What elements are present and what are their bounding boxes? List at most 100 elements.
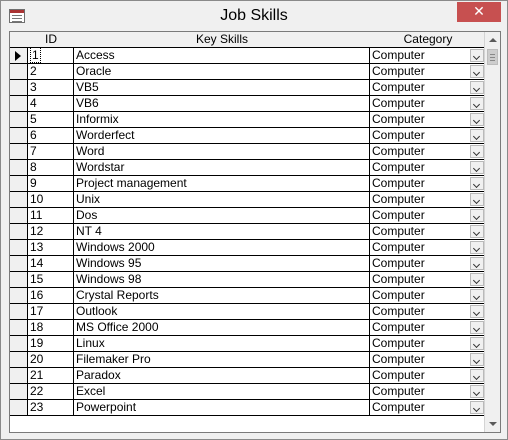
cell-key-skill[interactable]: MS Office 2000	[74, 320, 370, 336]
close-button[interactable]: ✕	[457, 2, 501, 22]
table-row[interactable]: 12 NT 4 Computer	[10, 224, 486, 240]
cell-category-combobox[interactable]: Computer	[370, 384, 486, 400]
record-selector[interactable]	[10, 240, 28, 256]
cell-key-skill[interactable]: Worderfect	[74, 128, 370, 144]
record-selector[interactable]	[10, 256, 28, 272]
cell-category-combobox[interactable]: Computer	[370, 128, 486, 144]
chevron-down-icon[interactable]	[470, 81, 484, 94]
table-row[interactable]: 2 Oracle Computer	[10, 64, 486, 80]
cell-id[interactable]: 10	[28, 192, 74, 208]
chevron-down-icon[interactable]	[470, 385, 484, 398]
chevron-down-icon[interactable]	[470, 193, 484, 206]
cell-id[interactable]: 8	[28, 160, 74, 176]
cell-category-combobox[interactable]: Computer	[370, 256, 486, 272]
record-selector[interactable]	[10, 192, 28, 208]
chevron-down-icon[interactable]	[470, 209, 484, 222]
cell-category-combobox[interactable]: Computer	[370, 320, 486, 336]
cell-key-skill[interactable]: Paradox	[74, 368, 370, 384]
cell-category-combobox[interactable]: Computer	[370, 160, 486, 176]
title-bar[interactable]: Job Skills ✕	[1, 1, 507, 31]
chevron-down-icon[interactable]	[470, 161, 484, 174]
chevron-down-icon[interactable]	[470, 353, 484, 366]
table-row[interactable]: 7 Word Computer	[10, 144, 486, 160]
cell-id[interactable]: 2	[28, 64, 74, 80]
table-row[interactable]: 19 Linux Computer	[10, 336, 486, 352]
cell-id[interactable]: 14	[28, 256, 74, 272]
record-selector[interactable]	[10, 128, 28, 144]
table-row[interactable]: 6 Worderfect Computer	[10, 128, 486, 144]
cell-category-combobox[interactable]: Computer	[370, 208, 486, 224]
cell-key-skill[interactable]: Windows 98	[74, 272, 370, 288]
cell-key-skill[interactable]: Informix	[74, 112, 370, 128]
chevron-down-icon[interactable]	[470, 289, 484, 302]
table-row[interactable]: 4 VB6 Computer	[10, 96, 486, 112]
table-row[interactable]: 22 Excel Computer	[10, 384, 486, 400]
table-row[interactable]: 15 Windows 98 Computer	[10, 272, 486, 288]
record-selector[interactable]	[10, 288, 28, 304]
chevron-down-icon[interactable]	[470, 177, 484, 190]
cell-id[interactable]: 1	[28, 48, 74, 64]
cell-id[interactable]: 22	[28, 384, 74, 400]
table-row[interactable]: 1 Access Computer	[10, 48, 486, 64]
record-selector[interactable]	[10, 160, 28, 176]
table-row[interactable]: 17 Outlook Computer	[10, 304, 486, 320]
column-header-category[interactable]: Category	[370, 32, 486, 48]
cell-key-skill[interactable]: VB6	[74, 96, 370, 112]
chevron-down-icon[interactable]	[470, 49, 484, 62]
cell-id[interactable]: 19	[28, 336, 74, 352]
record-selector[interactable]	[10, 400, 28, 416]
cell-key-skill[interactable]: Windows 95	[74, 256, 370, 272]
cell-category-combobox[interactable]: Computer	[370, 304, 486, 320]
record-selector[interactable]	[10, 96, 28, 112]
cell-category-combobox[interactable]: Computer	[370, 64, 486, 80]
table-row[interactable]: 11 Dos Computer	[10, 208, 486, 224]
record-selector[interactable]	[10, 80, 28, 96]
cell-category-combobox[interactable]: Computer	[370, 112, 486, 128]
cell-id[interactable]: 15	[28, 272, 74, 288]
cell-id[interactable]: 9	[28, 176, 74, 192]
cell-id[interactable]: 13	[28, 240, 74, 256]
cell-category-combobox[interactable]: Computer	[370, 272, 486, 288]
record-selector[interactable]	[10, 272, 28, 288]
table-row[interactable]: 16 Crystal Reports Computer	[10, 288, 486, 304]
cell-key-skill[interactable]: Project management	[74, 176, 370, 192]
table-row[interactable]: 14 Windows 95 Computer	[10, 256, 486, 272]
cell-key-skill[interactable]: Access	[74, 48, 370, 64]
record-selector[interactable]	[10, 224, 28, 240]
cell-category-combobox[interactable]: Computer	[370, 288, 486, 304]
cell-category-combobox[interactable]: Computer	[370, 192, 486, 208]
cell-key-skill[interactable]: Linux	[74, 336, 370, 352]
cell-category-combobox[interactable]: Computer	[370, 80, 486, 96]
record-selector[interactable]	[10, 176, 28, 192]
cell-id[interactable]: 12	[28, 224, 74, 240]
chevron-down-icon[interactable]	[470, 225, 484, 238]
scroll-thumb[interactable]	[487, 49, 498, 65]
cell-category-combobox[interactable]: Computer	[370, 176, 486, 192]
chevron-down-icon[interactable]	[470, 257, 484, 270]
cell-id[interactable]: 11	[28, 208, 74, 224]
cell-key-skill[interactable]: Wordstar	[74, 160, 370, 176]
chevron-down-icon[interactable]	[470, 129, 484, 142]
table-row[interactable]: 10 Unix Computer	[10, 192, 486, 208]
cell-id[interactable]: 23	[28, 400, 74, 416]
chevron-down-icon[interactable]	[470, 321, 484, 334]
record-selector[interactable]	[10, 368, 28, 384]
cell-id[interactable]: 18	[28, 320, 74, 336]
chevron-down-icon[interactable]	[470, 337, 484, 350]
cell-key-skill[interactable]: Excel	[74, 384, 370, 400]
cell-key-skill[interactable]: Oracle	[74, 64, 370, 80]
table-row[interactable]: 20 Filemaker Pro Computer	[10, 352, 486, 368]
table-row[interactable]: 5 Informix Computer	[10, 112, 486, 128]
scroll-down-button[interactable]	[485, 416, 500, 432]
record-selector[interactable]	[10, 352, 28, 368]
record-selector[interactable]	[10, 384, 28, 400]
table-row[interactable]: 18 MS Office 2000 Computer	[10, 320, 486, 336]
record-selector[interactable]	[10, 112, 28, 128]
cell-key-skill[interactable]: Unix	[74, 192, 370, 208]
cell-id[interactable]: 21	[28, 368, 74, 384]
cell-key-skill[interactable]: Word	[74, 144, 370, 160]
cell-key-skill[interactable]: Windows 2000	[74, 240, 370, 256]
cell-category-combobox[interactable]: Computer	[370, 368, 486, 384]
scroll-up-button[interactable]	[485, 32, 500, 48]
cell-id[interactable]: 7	[28, 144, 74, 160]
